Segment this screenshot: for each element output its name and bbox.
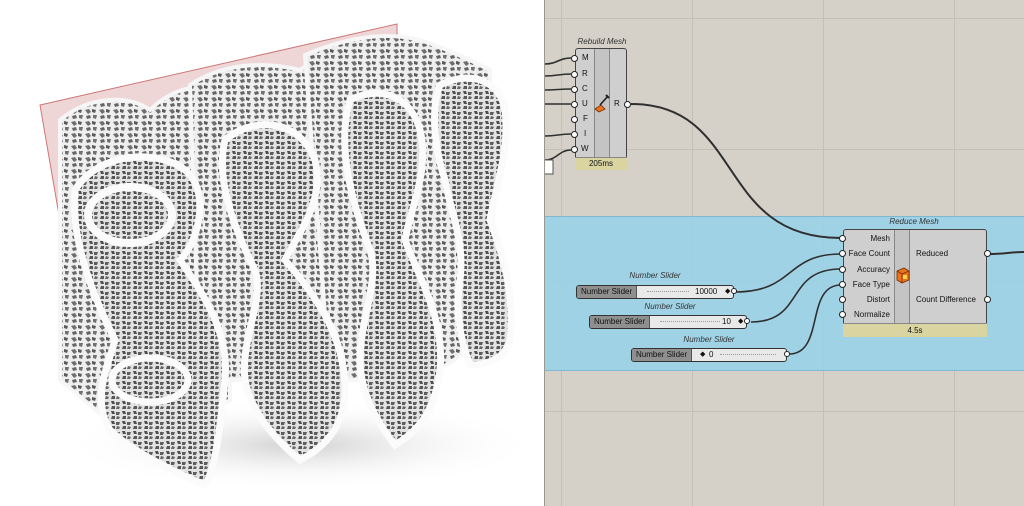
rebuild-output-r: R xyxy=(614,99,620,108)
slider-1-output-port[interactable] xyxy=(731,288,737,294)
slider-1-diamond-icon: ◆ xyxy=(725,288,731,295)
offscreen-param xyxy=(545,159,554,175)
rebuild-port-u[interactable] xyxy=(571,101,578,108)
slider-1-value[interactable]: 10000 xyxy=(695,286,717,298)
slider-2-track[interactable] xyxy=(660,321,720,323)
slider-1-label: Number Slider xyxy=(577,286,638,298)
slider-2-label: Number Slider xyxy=(590,316,651,328)
reduce-input-distort: Distort xyxy=(866,295,890,304)
rebuild-input-i: I xyxy=(584,129,587,138)
rebuild-mesh-timing: 205ms xyxy=(575,157,627,170)
fin-1-opening xyxy=(84,183,176,247)
reduce-mesh-icon-area xyxy=(894,230,910,323)
slider-2-title: Number Slider xyxy=(644,302,696,311)
slider-1-track[interactable] xyxy=(647,291,689,293)
slider-3-output-port[interactable] xyxy=(784,351,790,357)
reduce-mesh-timing: 4.5s xyxy=(843,323,987,337)
reduce-input-face-type: Face Type xyxy=(852,280,890,289)
rebuild-port-f[interactable] xyxy=(571,116,578,123)
wire-rebuild-to-reduce xyxy=(630,103,842,239)
rebuild-input-c: C xyxy=(582,84,588,93)
rebuild-port-out-r[interactable] xyxy=(624,101,631,108)
slider-3-title: Number Slider xyxy=(683,335,735,344)
wire-input-r xyxy=(545,73,572,77)
wire-input-c xyxy=(545,88,572,91)
reduce-port-distort[interactable] xyxy=(839,296,846,303)
wire-input-w xyxy=(545,149,572,161)
slider-3-diamond-icon: ◆ xyxy=(700,351,706,358)
slider-3-track[interactable] xyxy=(720,354,776,356)
rebuild-input-m: M xyxy=(582,53,589,62)
wire-slider3-facetype xyxy=(788,284,842,355)
number-slider-accuracy[interactable]: Number Slider 10 ◆ xyxy=(589,315,747,329)
reduce-mesh-title: Reduce Mesh xyxy=(889,217,939,226)
slider-2-output-port[interactable] xyxy=(744,318,750,324)
wire-slider2-accuracy xyxy=(750,268,842,323)
wire-input-i xyxy=(545,133,572,137)
reduce-mesh-icon xyxy=(896,267,910,284)
rebuild-input-f: F xyxy=(583,114,588,123)
slider-3-label: Number Slider xyxy=(632,349,693,361)
reduce-port-face-count[interactable] xyxy=(839,250,846,257)
number-slider-face-count[interactable]: Number Slider 10000 ◆ xyxy=(576,285,734,299)
grasshopper-canvas[interactable]: Rebuild Mesh M R C U F I W R 205ms Reduc… xyxy=(544,0,1024,506)
reduce-input-accuracy: Accuracy xyxy=(857,265,890,274)
rebuild-mesh-icon xyxy=(594,94,610,113)
slider-2-diamond-icon: ◆ xyxy=(738,318,744,325)
reduce-port-face-type[interactable] xyxy=(839,281,846,288)
reduce-port-out-count-difference[interactable] xyxy=(984,296,991,303)
reduce-input-normalize: Normalize xyxy=(853,310,890,319)
reduce-port-normalize[interactable] xyxy=(839,311,846,318)
wire-slider1-facecount xyxy=(734,253,842,293)
rebuild-port-c[interactable] xyxy=(571,86,578,93)
reduce-mesh-component[interactable]: Mesh Face Count Accuracy Face Type Disto… xyxy=(843,229,987,337)
slider-1-title: Number Slider xyxy=(629,271,681,280)
rebuild-port-m[interactable] xyxy=(571,55,578,62)
reduce-port-accuracy[interactable] xyxy=(839,266,846,273)
wire-reduced-out xyxy=(988,251,1024,255)
rebuild-input-r: R xyxy=(582,69,588,78)
reduce-input-mesh: Mesh xyxy=(870,234,890,243)
slider-3-value[interactable]: 0 xyxy=(709,349,713,361)
rebuild-mesh-icon-area xyxy=(594,49,610,157)
lattice-mesh-render xyxy=(39,23,540,490)
rebuild-mesh-title: Rebuild Mesh xyxy=(577,37,627,46)
reduce-port-out-reduced[interactable] xyxy=(984,250,991,257)
rebuild-port-w[interactable] xyxy=(571,146,578,153)
reduce-input-face-count: Face Count xyxy=(848,249,890,258)
number-slider-face-type[interactable]: Number Slider ◆ 0 xyxy=(631,348,787,362)
rhino-viewport[interactable] xyxy=(0,0,543,506)
slider-2-value[interactable]: 10 xyxy=(722,316,731,328)
rebuild-port-i[interactable] xyxy=(571,131,578,138)
rebuild-input-w: W xyxy=(581,144,589,153)
wire-input-m xyxy=(545,57,572,65)
reduce-output-reduced: Reduced xyxy=(916,249,949,258)
reduce-port-mesh[interactable] xyxy=(839,235,846,242)
reduce-output-count-difference: Count Difference xyxy=(916,295,976,304)
rebuild-mesh-component[interactable]: M R C U F I W R 205ms xyxy=(575,48,627,170)
rebuild-input-u: U xyxy=(582,99,588,108)
rebuild-port-r[interactable] xyxy=(571,71,578,78)
